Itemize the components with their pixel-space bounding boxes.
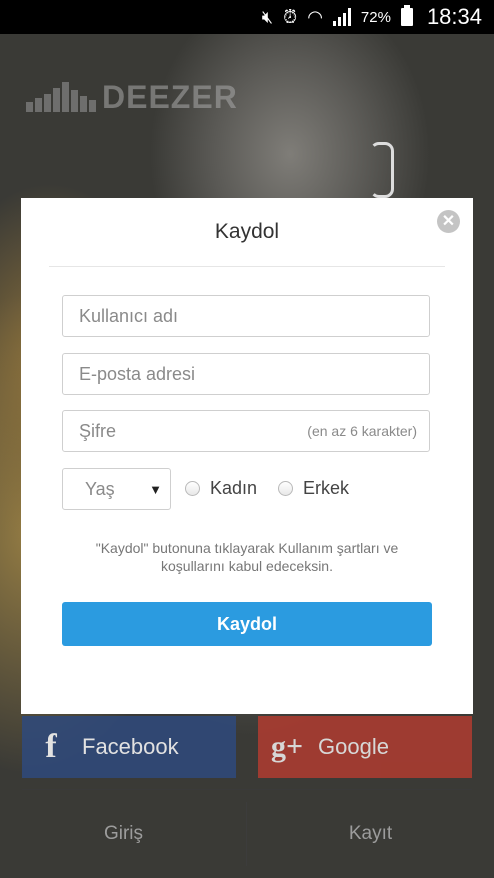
username-placeholder: Kullanıcı adı xyxy=(79,305,179,326)
gender-female-radio[interactable]: Kadın xyxy=(185,478,257,499)
terms-text: "Kaydol" butonuna tıklayarak Kullanım şa… xyxy=(95,540,399,574)
signup-submit-button[interactable]: Kaydol xyxy=(62,602,432,646)
alarm-icon: ⏰︎ xyxy=(283,7,298,27)
gender-male-radio[interactable]: Erkek xyxy=(278,478,349,499)
email-input[interactable]: E-posta adresi xyxy=(62,353,430,395)
gender-male-label: Erkek xyxy=(303,478,350,498)
gender-female-label: Kadın xyxy=(210,478,258,498)
nav-separator xyxy=(246,802,247,866)
wifi-icon: ◠ xyxy=(307,7,323,27)
deezer-logo: DEEZER xyxy=(26,79,238,115)
username-input[interactable]: Kullanıcı adı xyxy=(62,295,430,337)
password-input[interactable]: Şifre (en az 6 karakter) xyxy=(62,410,430,452)
age-select[interactable]: Yaş ▼ xyxy=(62,468,171,510)
radio-circle-icon xyxy=(185,481,200,496)
password-hint: (en az 6 karakter) xyxy=(307,423,417,439)
close-icon[interactable]: ✕ xyxy=(437,210,460,233)
age-label: Yaş xyxy=(85,478,115,499)
status-bar: 🔇︎ ⏰︎ ◠ 72% 18:34 xyxy=(0,0,494,34)
dropdown-arrow-icon: ▼ xyxy=(149,481,162,497)
password-placeholder: Şifre xyxy=(79,420,117,441)
login-tab[interactable]: Giriş xyxy=(0,790,247,878)
facebook-label: Facebook xyxy=(82,734,179,759)
google-button[interactable]: g+ Google xyxy=(258,716,472,778)
battery-percent: 72% xyxy=(360,8,391,26)
logo-text: DEEZER xyxy=(102,79,238,115)
signup-dialog: Kaydol ✕ Kullanıcı adı E-posta adresi Şi… xyxy=(21,198,473,714)
mute-icon: 🔇︎ xyxy=(261,7,274,27)
radio-circle-icon xyxy=(278,481,293,496)
google-plus-icon: g+ xyxy=(270,730,304,763)
signal-icon xyxy=(332,8,351,26)
facebook-button[interactable]: f Facebook xyxy=(22,716,236,778)
facebook-icon: f xyxy=(45,728,57,765)
battery-icon xyxy=(400,5,413,26)
google-label: Google xyxy=(318,734,389,759)
earphone-decoration xyxy=(370,142,394,198)
bottom-nav: Giriş Kayıt xyxy=(0,790,494,878)
equalizer-icon xyxy=(26,82,96,112)
clock: 18:34 xyxy=(426,4,482,29)
email-placeholder: E-posta adresi xyxy=(79,363,196,384)
register-tab[interactable]: Kayıt xyxy=(247,790,494,878)
dialog-title: Kaydol xyxy=(214,220,280,243)
dialog-divider xyxy=(49,266,445,267)
